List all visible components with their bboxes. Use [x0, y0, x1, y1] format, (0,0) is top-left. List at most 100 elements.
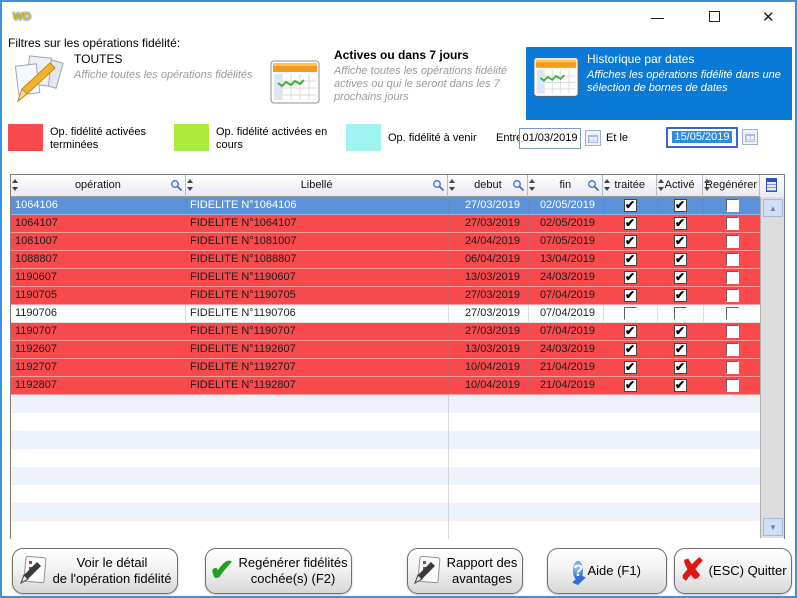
table-row[interactable]: 1190705FIDELITE N°119070527/03/201907/04… [11, 287, 784, 305]
operation-cell: 1192807 [11, 377, 186, 394]
filter-option-toutes[interactable]: TOUTES Affiche toutes les opérations fid… [10, 48, 260, 114]
rapport-avantages-button[interactable]: Rapport desavantages [407, 548, 523, 594]
button-label: Regénérer fidélitéscochée(s) (F2) [239, 555, 348, 587]
table-row[interactable]: 1064107FIDELITE N°106410727/03/201902/05… [11, 215, 784, 233]
regenerer-checkbox[interactable] [726, 253, 739, 266]
search-icon[interactable] [432, 179, 445, 192]
vertical-scrollbar[interactable]: ▲ ▼ [760, 197, 784, 538]
date-to-field[interactable]: 15/05/2019 [666, 127, 738, 148]
button-label: Voir le détailde l'opération fidélité [53, 555, 172, 587]
column-header-1[interactable]: Libellé [186, 175, 449, 197]
table-row[interactable]: 1192807FIDELITE N°119280710/04/201921/04… [11, 377, 784, 395]
debut-cell: 27/03/2019 [449, 323, 529, 340]
filter-option-actives-7-jours[interactable]: Actives ou dans 7 jours Affiche toutes l… [268, 46, 518, 118]
maximize-button[interactable] [693, 2, 737, 32]
active-checkbox[interactable] [674, 253, 687, 266]
table-row[interactable]: 1192707FIDELITE N°119270710/04/201921/04… [11, 359, 784, 377]
traitee-checkbox[interactable] [624, 253, 637, 266]
active-checkbox[interactable] [674, 289, 687, 302]
search-icon[interactable] [170, 179, 183, 192]
regenerer-checkbox[interactable] [726, 289, 739, 302]
active-checkbox[interactable] [674, 343, 687, 356]
traitee-checkbox[interactable] [624, 361, 637, 374]
legend-swatch-en-cours [174, 124, 209, 151]
calendar-picker-icon[interactable] [585, 130, 601, 146]
calendar-picker-icon[interactable] [742, 129, 758, 145]
empty-row [11, 485, 784, 503]
traitee-checkbox[interactable] [624, 235, 637, 248]
active-checkbox[interactable] [674, 307, 687, 320]
libelle-cell: FIDELITE N°1064106 [186, 197, 449, 214]
active-checkbox[interactable] [674, 217, 687, 230]
column-header-2[interactable]: debut [448, 175, 528, 197]
active-cell [658, 269, 704, 286]
libelle-cell: FIDELITE N°1064107 [186, 215, 449, 232]
filter-option-historique[interactable]: Historique par dates Affiches les opérat… [526, 47, 792, 120]
regenerer-checkbox[interactable] [726, 343, 739, 356]
column-label: debut [474, 179, 502, 191]
aide-button[interactable]: ?Aide (F1) [547, 548, 667, 594]
regenerer-checkbox[interactable] [726, 199, 739, 212]
table-row[interactable]: 1190607FIDELITE N°119060713/03/201924/03… [11, 269, 784, 287]
scroll-down-icon[interactable]: ▼ [763, 518, 783, 536]
active-checkbox[interactable] [674, 325, 687, 338]
empty-row [11, 467, 784, 485]
active-cell [658, 251, 704, 268]
minimize-button[interactable] [635, 2, 679, 32]
search-icon[interactable] [512, 179, 525, 192]
regenerer-checkbox[interactable] [726, 325, 739, 338]
quitter-button[interactable]: ✘(ESC) Quitter [674, 548, 792, 594]
regenerer-fidelites-button[interactable]: ✔Regénérer fidélitéscochée(s) (F2) [205, 548, 352, 594]
column-label: fin [559, 179, 571, 191]
search-icon[interactable] [587, 179, 600, 192]
active-cell [658, 341, 704, 358]
table-row[interactable]: 1192607FIDELITE N°119260713/03/201924/03… [11, 341, 784, 359]
operation-cell: 1190607 [11, 269, 186, 286]
traitee-checkbox[interactable] [624, 343, 637, 356]
traitee-checkbox[interactable] [624, 307, 637, 320]
column-header-5[interactable]: Activé [657, 175, 703, 197]
sort-icon [449, 178, 456, 192]
empty-cell [11, 503, 449, 521]
operation-cell: 1064107 [11, 215, 186, 232]
libelle-cell: FIDELITE N°1192707 [186, 359, 449, 376]
regenerer-checkbox[interactable] [726, 379, 739, 392]
active-checkbox[interactable] [674, 199, 687, 212]
regenerer-checkbox[interactable] [726, 361, 739, 374]
traitee-checkbox[interactable] [624, 271, 637, 284]
column-header-6[interactable]: Regénérer [703, 175, 760, 197]
table-menu-icon[interactable] [760, 175, 784, 197]
table-row[interactable]: 1064106FIDELITE N°106410627/03/201902/05… [11, 197, 784, 215]
traitee-checkbox[interactable] [624, 379, 637, 392]
traitee-checkbox[interactable] [624, 217, 637, 230]
traitee-cell [604, 359, 658, 376]
traitee-cell [604, 233, 658, 250]
quit-icon: ✘ [679, 556, 704, 586]
date-from-field[interactable]: 01/03/2019 [519, 128, 581, 149]
column-header-3[interactable]: fin [528, 175, 603, 197]
detail-operation-button[interactable]: Voir le détailde l'opération fidélité [12, 548, 178, 594]
table-row[interactable]: 1190706FIDELITE N°119070627/03/201907/04… [11, 305, 784, 323]
scroll-up-icon[interactable]: ▲ [763, 199, 783, 217]
regenerer-checkbox[interactable] [726, 217, 739, 230]
empty-cell [11, 521, 449, 539]
sort-icon [12, 178, 19, 192]
active-checkbox[interactable] [674, 379, 687, 392]
traitee-cell [604, 341, 658, 358]
active-checkbox[interactable] [674, 271, 687, 284]
regenerer-checkbox[interactable] [726, 235, 739, 248]
app-icon: WD [12, 8, 32, 26]
table-row[interactable]: 1081007FIDELITE N°108100724/04/201907/05… [11, 233, 784, 251]
regenerer-checkbox[interactable] [726, 307, 739, 320]
column-header-4[interactable]: traitée [603, 175, 657, 197]
table-row[interactable]: 1088807FIDELITE N°108880706/04/201913/04… [11, 251, 784, 269]
traitee-checkbox[interactable] [624, 325, 637, 338]
regenerer-checkbox[interactable] [726, 271, 739, 284]
traitee-checkbox[interactable] [624, 199, 637, 212]
column-header-0[interactable]: opération [11, 175, 186, 197]
table-row[interactable]: 1190707FIDELITE N°119070727/03/201907/04… [11, 323, 784, 341]
active-checkbox[interactable] [674, 361, 687, 374]
active-checkbox[interactable] [674, 235, 687, 248]
close-button[interactable]: ✕ [747, 2, 791, 32]
traitee-checkbox[interactable] [624, 289, 637, 302]
